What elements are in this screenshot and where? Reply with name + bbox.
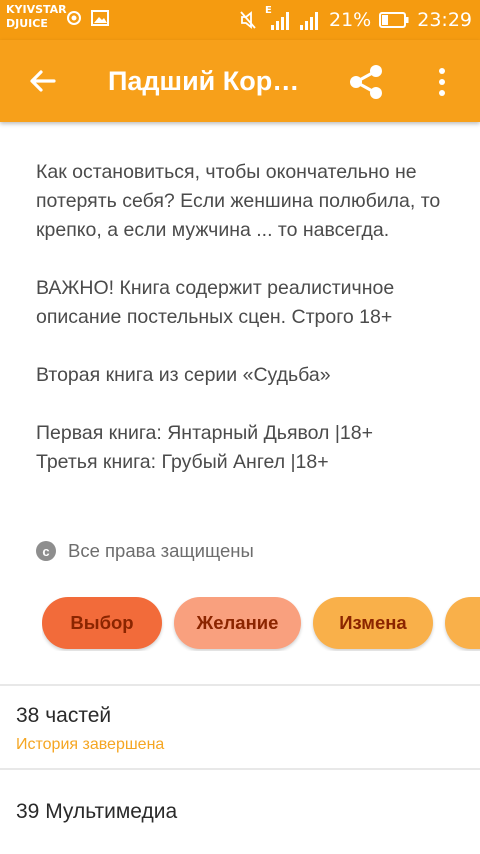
signal-2-icon [300,12,318,30]
description-paragraph: Как остановиться, чтобы окончательно не … [36,161,441,241]
tag-chip[interactable]: Измена [313,597,433,649]
tags-row[interactable]: Выбор Желание Измена [42,597,480,651]
camera-sync-icon [67,11,81,25]
battery-icon [379,12,409,28]
arrow-back-icon[interactable] [26,64,60,98]
status-bar: KYIVSTAR DJUICE E 21% 23:29 [0,0,480,40]
status-bar-right: E 21% 23:29 [239,5,472,34]
clock: 23:29 [417,9,472,31]
carrier-name: KYIVSTAR DJUICE [6,3,67,31]
carrier-line-1: KYIVSTAR [6,3,67,16]
page-title: Падший Король [108,66,313,96]
copyright-icon: c [36,541,56,561]
parts-count[interactable]: 38 частей [16,704,111,728]
divider [0,684,480,686]
gallery-icon [91,10,109,26]
copyright-text: Все права защищены [68,540,254,561]
carrier-line-2: DJUICE [6,17,48,30]
divider [0,768,480,770]
app-bar: Падший Король [0,40,480,122]
copyright-notice: c Все права защищены [36,540,254,562]
tag-chip[interactable]: Выбор [42,597,162,649]
scrolled-text-fragment: , [36,112,56,122]
share-icon[interactable] [346,62,386,102]
description-paragraph: ВАЖНО! Книга содержит реалистичное описа… [36,277,395,328]
description-paragraph: Вторая книга из серии «Судьба» [36,364,331,386]
tag-chip[interactable]: Желание [174,597,301,649]
mute-icon [240,11,256,29]
tag-chip[interactable] [445,597,480,649]
more-vert-icon[interactable] [432,66,452,98]
multimedia-count[interactable]: 39 Мультимедиа [16,800,177,824]
battery-percent: 21% [329,9,372,31]
book-description: Как остановиться, чтобы окончательно не … [36,158,456,506]
signal-1-icon: E [265,5,291,31]
story-status: История завершена [16,736,165,753]
description-paragraph: Первая книга: Янтарный Дьявол |18+ Треть… [36,422,373,473]
